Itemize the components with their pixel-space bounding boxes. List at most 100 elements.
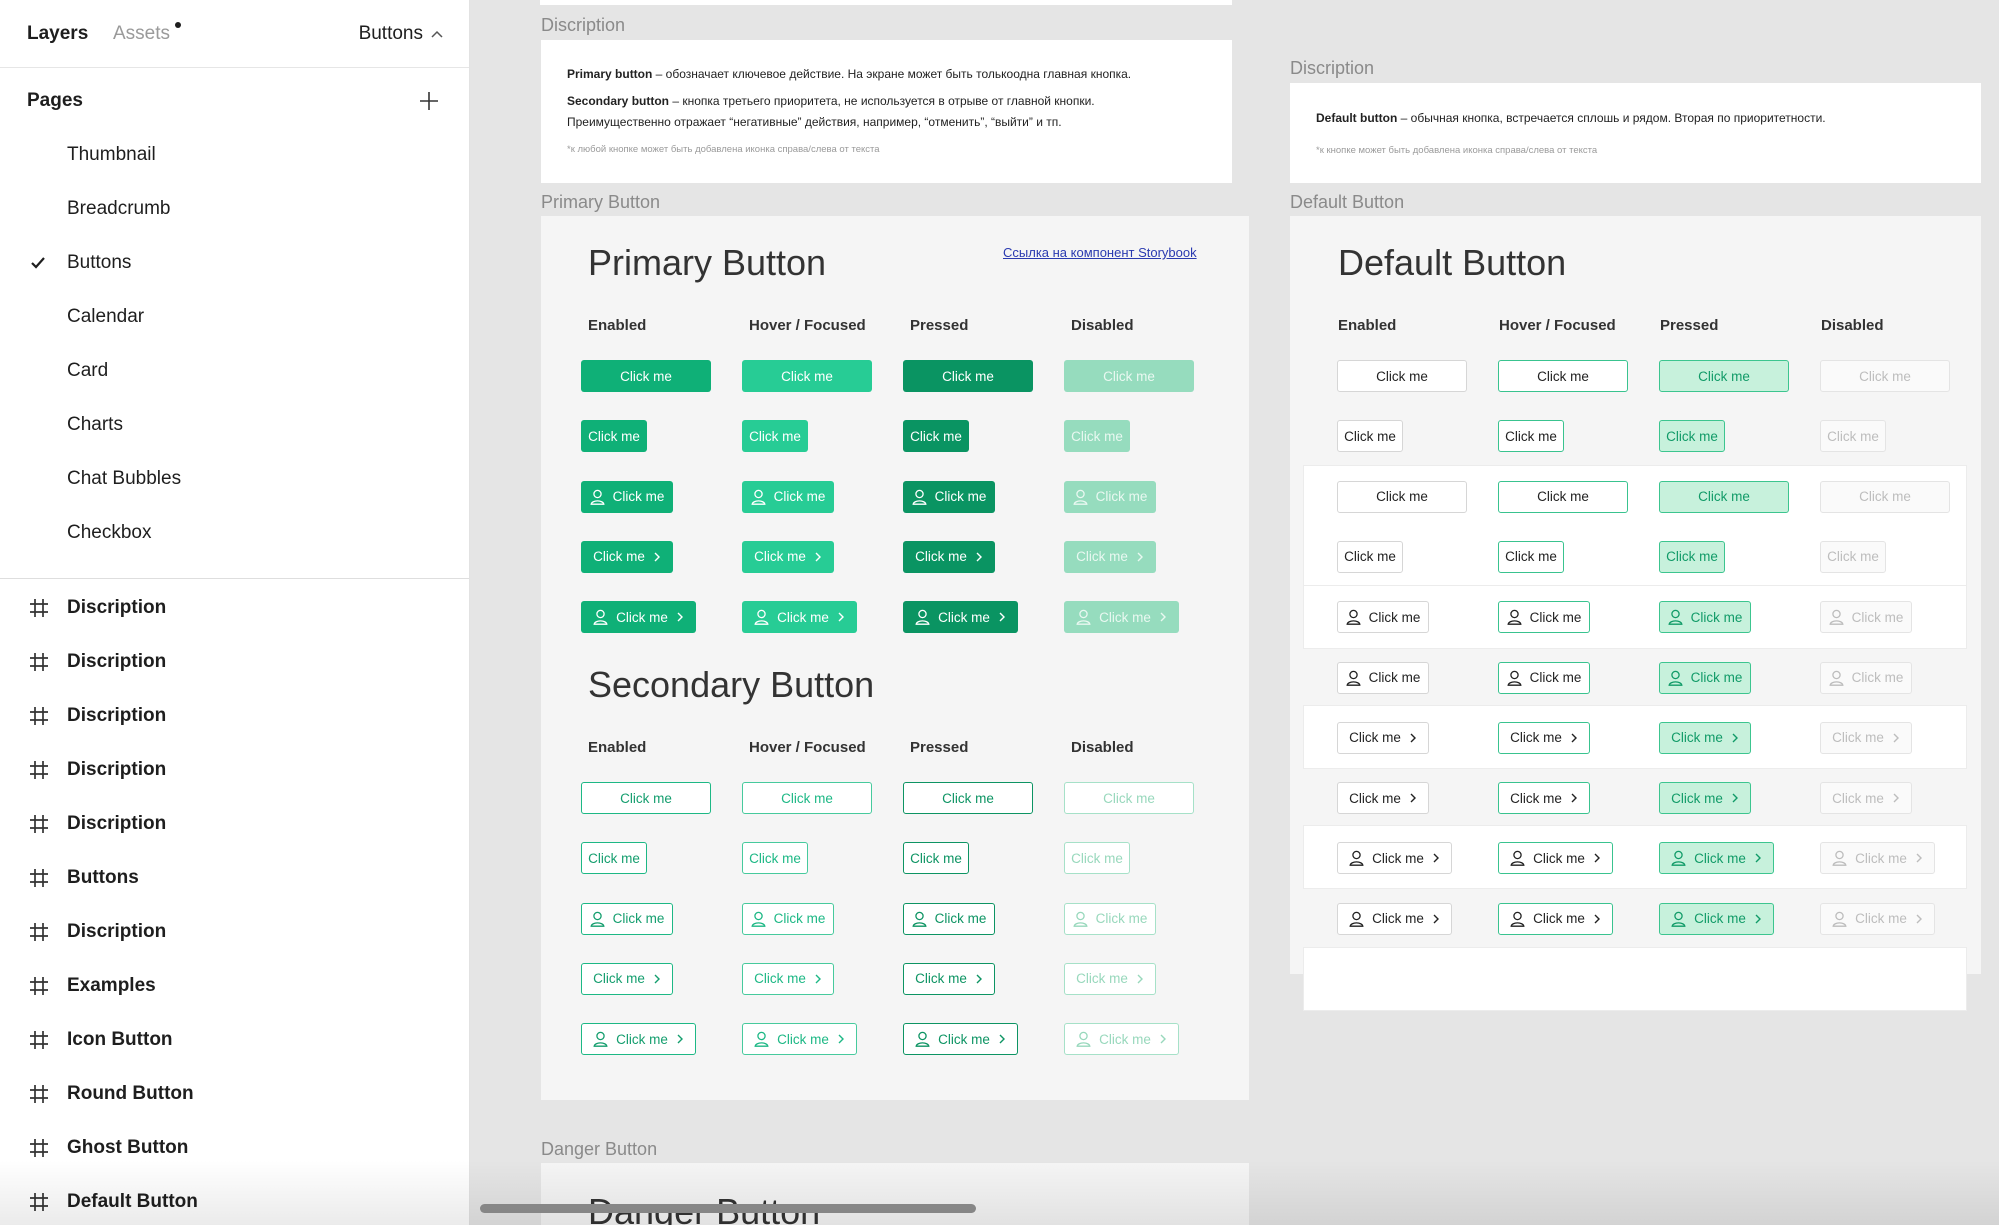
secondary-button-hover[interactable]: Click me <box>742 1023 857 1056</box>
primary-button-disabled[interactable]: Click me <box>1064 601 1179 634</box>
primary-button-disabled[interactable]: Click me <box>1064 540 1156 573</box>
default-button-disabled[interactable]: Click me <box>1820 601 1912 634</box>
secondary-button-hover[interactable]: Click me <box>742 902 834 935</box>
secondary-button-pressed[interactable]: Click me <box>903 782 1033 814</box>
primary-button-pressed[interactable]: Click me <box>903 360 1033 392</box>
default-button-enabled[interactable]: Click me <box>1337 902 1452 935</box>
default-button-disabled[interactable]: Click me <box>1820 480 1950 513</box>
default-button-enabled[interactable]: Click me <box>1337 842 1452 875</box>
layer-item[interactable]: Buttons <box>0 851 469 905</box>
primary-button-disabled[interactable]: Click me <box>1064 420 1130 453</box>
secondary-button-pressed[interactable]: Click me <box>903 962 995 995</box>
page-item-calendar[interactable]: Calendar <box>67 306 144 328</box>
page-item-checkbox[interactable]: Checkbox <box>67 522 152 544</box>
secondary-button-hover[interactable]: Click me <box>742 842 808 875</box>
default-button-enabled[interactable]: Click me <box>1337 360 1467 392</box>
default-button-pressed[interactable]: Click me <box>1659 420 1725 453</box>
add-page-icon[interactable] <box>417 89 441 113</box>
default-button-disabled[interactable]: Click me <box>1820 902 1935 935</box>
primary-button-enabled[interactable]: Click me <box>581 480 673 513</box>
default-button-hover[interactable]: Click me <box>1498 420 1564 453</box>
tab-assets[interactable]: Assets <box>113 23 170 45</box>
secondary-button-disabled[interactable]: Click me <box>1064 962 1156 995</box>
horizontal-scrollbar[interactable] <box>480 1204 976 1213</box>
primary-button-enabled[interactable]: Click me <box>581 540 673 573</box>
secondary-button-enabled[interactable]: Click me <box>581 842 647 875</box>
frame-label-primary[interactable]: Primary Button <box>541 192 660 213</box>
page-item-charts[interactable]: Charts <box>67 414 123 436</box>
layer-item[interactable]: Ghost Button <box>0 1121 469 1175</box>
design-canvas[interactable]: Discription Primary button – обозначает … <box>470 0 1999 1225</box>
page-item-card[interactable]: Card <box>67 360 108 382</box>
page-item-breadcrumb[interactable]: Breadcrumb <box>67 198 171 220</box>
default-button-hover[interactable]: Click me <box>1498 601 1590 634</box>
layer-item[interactable]: Discription <box>0 635 469 689</box>
default-button-disabled[interactable]: Click me <box>1820 540 1886 573</box>
layer-item[interactable]: Discription <box>0 689 469 743</box>
discription-frame-right[interactable]: Default button – обычная кнопка, встреча… <box>1290 83 1981 183</box>
default-button-enabled[interactable]: Click me <box>1337 782 1429 815</box>
default-button-enabled[interactable]: Click me <box>1337 721 1429 754</box>
tab-layers[interactable]: Layers <box>27 23 88 45</box>
default-button-disabled[interactable]: Click me <box>1820 782 1912 815</box>
primary-button-pressed[interactable]: Click me <box>903 601 1018 634</box>
secondary-button-pressed[interactable]: Click me <box>903 1023 1018 1056</box>
default-button-hover[interactable]: Click me <box>1498 480 1628 513</box>
default-button-enabled[interactable]: Click me <box>1337 540 1403 573</box>
default-button-hover[interactable]: Click me <box>1498 782 1590 815</box>
frame-label-discription-left[interactable]: Discription <box>541 15 625 36</box>
default-button-pressed[interactable]: Click me <box>1659 601 1751 634</box>
primary-button-hover[interactable]: Click me <box>742 540 834 573</box>
default-button-enabled[interactable]: Click me <box>1337 420 1403 453</box>
default-button-disabled[interactable]: Click me <box>1820 420 1886 453</box>
secondary-button-hover[interactable]: Click me <box>742 782 872 814</box>
primary-button-frame[interactable]: Primary Button Ссылка на компонент Story… <box>541 216 1249 1100</box>
primary-button-pressed[interactable]: Click me <box>903 540 995 573</box>
primary-button-enabled[interactable]: Click me <box>581 360 711 392</box>
layer-item[interactable]: Icon Button <box>0 1013 469 1067</box>
default-button-enabled[interactable]: Click me <box>1337 601 1429 634</box>
default-button-disabled[interactable]: Click me <box>1820 360 1950 392</box>
page-switcher[interactable]: Buttons <box>359 23 443 45</box>
frame-label-default[interactable]: Default Button <box>1290 192 1404 213</box>
secondary-button-enabled[interactable]: Click me <box>581 962 673 995</box>
default-button-hover[interactable]: Click me <box>1498 360 1628 392</box>
primary-button-hover[interactable]: Click me <box>742 360 872 392</box>
secondary-button-enabled[interactable]: Click me <box>581 782 711 814</box>
default-button-pressed[interactable]: Click me <box>1659 540 1725 573</box>
discription-frame-left[interactable]: Primary button – обозначает ключевое дей… <box>541 40 1232 183</box>
page-item-thumbnail[interactable]: Thumbnail <box>67 144 156 166</box>
secondary-button-enabled[interactable]: Click me <box>581 902 673 935</box>
primary-button-enabled[interactable]: Click me <box>581 420 647 453</box>
layer-item[interactable]: Default Button <box>0 1175 469 1225</box>
primary-button-disabled[interactable]: Click me <box>1064 360 1194 392</box>
default-button-pressed[interactable]: Click me <box>1659 782 1751 815</box>
default-button-frame[interactable]: Default Button Enabled Hover / Focused Pre… <box>1290 216 1981 1011</box>
default-button-pressed[interactable]: Click me <box>1659 842 1774 875</box>
default-button-hover[interactable]: Click me <box>1498 661 1590 694</box>
page-item-buttons[interactable]: Buttons <box>67 252 131 274</box>
layer-item[interactable]: Discription <box>0 743 469 797</box>
default-button-hover[interactable]: Click me <box>1498 842 1613 875</box>
primary-button-hover[interactable]: Click me <box>742 601 857 634</box>
secondary-button-disabled[interactable]: Click me <box>1064 1023 1179 1056</box>
primary-button-hover[interactable]: Click me <box>742 420 808 453</box>
primary-button-pressed[interactable]: Click me <box>903 480 995 513</box>
primary-button-hover[interactable]: Click me <box>742 480 834 513</box>
secondary-button-pressed[interactable]: Click me <box>903 842 969 875</box>
default-button-hover[interactable]: Click me <box>1498 540 1564 573</box>
layer-item[interactable]: Round Button <box>0 1067 469 1121</box>
frame-label-discription-right[interactable]: Discription <box>1290 58 1374 79</box>
default-button-enabled[interactable]: Click me <box>1337 480 1467 513</box>
page-item-chat-bubbles[interactable]: Chat Bubbles <box>67 468 181 490</box>
default-button-disabled[interactable]: Click me <box>1820 661 1912 694</box>
default-button-pressed[interactable]: Click me <box>1659 902 1774 935</box>
secondary-button-pressed[interactable]: Click me <box>903 902 995 935</box>
primary-button-disabled[interactable]: Click me <box>1064 480 1156 513</box>
default-button-disabled[interactable]: Click me <box>1820 842 1935 875</box>
secondary-button-disabled[interactable]: Click me <box>1064 902 1156 935</box>
default-button-pressed[interactable]: Click me <box>1659 360 1789 392</box>
secondary-button-hover[interactable]: Click me <box>742 962 834 995</box>
primary-button-enabled[interactable]: Click me <box>581 601 696 634</box>
default-button-pressed[interactable]: Click me <box>1659 661 1751 694</box>
